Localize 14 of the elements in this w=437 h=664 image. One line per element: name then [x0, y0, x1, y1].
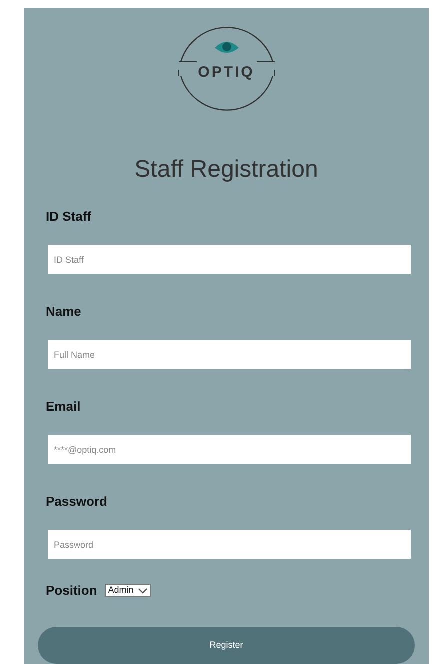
- position-select[interactable]: Admin: [105, 584, 151, 598]
- logo-text: OPTIQ: [197, 63, 256, 83]
- field-label: Name: [46, 303, 82, 321]
- field-label: Password: [46, 493, 108, 511]
- position-label: Position: [46, 582, 98, 600]
- field-label: Email: [46, 398, 82, 416]
- input-field[interactable]: Full Name: [48, 340, 411, 369]
- input-field[interactable]: ID Staff: [48, 245, 411, 274]
- page-title: Staff Registration: [134, 155, 320, 185]
- register-button[interactable]: Register: [38, 626, 415, 664]
- input-field[interactable]: ****@optiq.com: [48, 435, 411, 464]
- input-field[interactable]: Password: [48, 530, 411, 559]
- caret-icon: [138, 588, 148, 594]
- field-label: ID Staff: [46, 208, 92, 226]
